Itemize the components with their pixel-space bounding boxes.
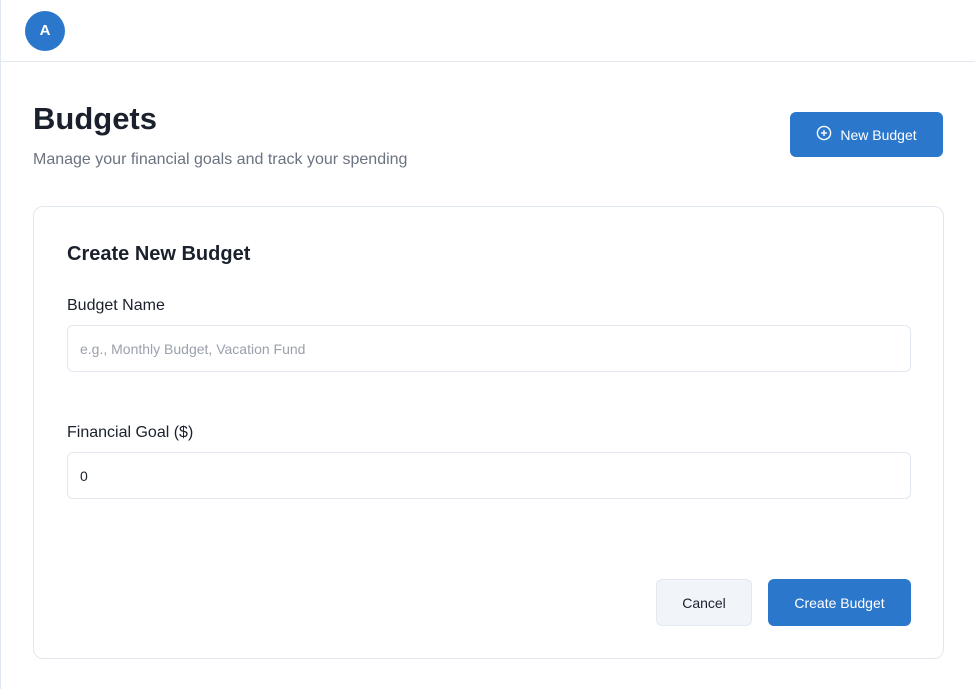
card-title: Create New Budget [67, 243, 251, 265]
app-frame: A Budgets Manage your financial goals an… [0, 0, 975, 689]
financial-goal-label: Financial Goal ($) [67, 424, 194, 441]
create-budget-card: Create New Budget Budget Name Financial … [33, 206, 944, 659]
new-budget-button[interactable]: New Budget [790, 112, 943, 157]
avatar-initial: A [39, 22, 51, 39]
create-budget-button[interactable]: Create Budget [768, 579, 911, 626]
avatar[interactable]: A [25, 10, 65, 51]
budget-name-input[interactable] [67, 325, 911, 372]
financial-goal-input[interactable] [67, 452, 911, 499]
top-bar: A [1, 0, 975, 62]
cancel-button[interactable]: Cancel [656, 579, 752, 626]
plus-circle-icon [816, 125, 832, 144]
budget-name-label: Budget Name [67, 297, 165, 314]
new-budget-label: New Budget [840, 126, 917, 143]
